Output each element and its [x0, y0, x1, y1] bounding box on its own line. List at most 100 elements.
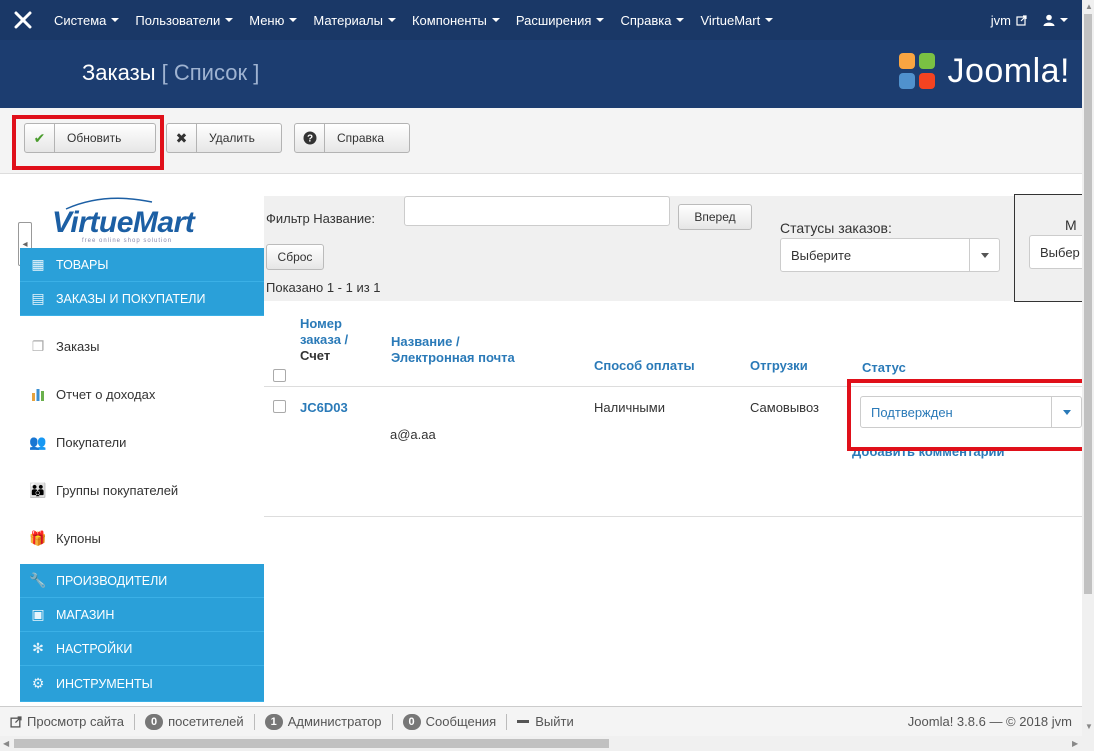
filter-bar: Фильтр Название: Вперед Сброс Показано 1…: [264, 196, 1082, 301]
sidebar-section-shop[interactable]: ▣ МАГАЗИН: [20, 598, 264, 632]
messages-badge: 0: [402, 713, 421, 730]
delete-button[interactable]: ✖ Удалить: [166, 123, 282, 153]
logout-link[interactable]: Выйти: [507, 714, 584, 730]
visitors-badge: 0: [145, 713, 164, 730]
user-menu[interactable]: [1035, 14, 1076, 26]
page-header: Заказы [ Список ] Joomla!: [0, 40, 1082, 108]
orders-icon: ▤: [31, 290, 45, 306]
chevron-down-icon: [969, 239, 999, 271]
secondary-filter-panel: М Выбер: [1014, 194, 1094, 302]
scroll-down-icon[interactable]: ▼: [1085, 722, 1093, 731]
sidebar-section-products[interactable]: ▦ ТОВАРЫ: [20, 248, 264, 282]
svg-text:?: ?: [306, 134, 312, 145]
groups-icon: 👪: [29, 481, 47, 498]
horizontal-scrollbar[interactable]: ◀ ▶: [0, 736, 1094, 751]
row-checkbox[interactable]: [273, 400, 286, 413]
topnav-right: jvm: [983, 13, 1082, 28]
select-all-checkbox[interactable]: [273, 369, 286, 382]
virtuemart-logo: VirtueMart free online shop solution: [52, 192, 202, 244]
caret-down-icon: [491, 18, 500, 22]
page-title: Заказы [ Список ]: [82, 60, 260, 85]
sidebar-section-orders[interactable]: ▤ ЗАКАЗЫ И ПОКУПАТЕЛИ: [20, 282, 264, 316]
tools-icon: ⚙: [31, 675, 45, 691]
messages-link[interactable]: 0 Сообщения: [393, 713, 508, 730]
caret-down-icon: [387, 18, 396, 22]
main-menu: Система Пользователи Меню Материалы Комп…: [46, 13, 781, 28]
sidebar-item-orders[interactable]: ❐ Заказы: [20, 322, 264, 370]
question-icon: ?: [295, 124, 325, 152]
caret-down-icon: [765, 18, 774, 22]
joomla-icon[interactable]: [0, 11, 46, 29]
highlight-status-select: [847, 379, 1093, 451]
visitors-link[interactable]: 0 посетителей: [135, 713, 255, 730]
sidebar-section-manufacturers[interactable]: 🔧 ПРОИЗВОДИТЕЛИ: [20, 564, 264, 598]
sidebar-item-revenue-report[interactable]: Отчет о доходах: [20, 370, 264, 418]
caret-down-icon: [596, 18, 605, 22]
caret-down-icon: [289, 18, 298, 22]
payment-method: Наличными: [594, 400, 665, 415]
user-icon: [1043, 14, 1055, 26]
gift-icon: 🎁: [29, 529, 47, 546]
horizontal-scroll-thumb[interactable]: [14, 739, 609, 748]
row-divider: [264, 516, 1082, 517]
column-header-status[interactable]: Статус: [862, 360, 906, 376]
external-link-icon: [1016, 14, 1027, 26]
joomla-logo: Joomla!: [899, 52, 1070, 91]
customer-email: a@a.aa: [390, 427, 436, 442]
filter-name-input[interactable]: [404, 196, 670, 226]
admins-link[interactable]: 1 Администратор: [255, 713, 393, 730]
sidebar-item-coupons[interactable]: 🎁 Купоны: [20, 514, 264, 562]
admins-badge: 1: [264, 713, 283, 730]
sidebar-item-customers[interactable]: 👥 Покупатели: [20, 418, 264, 466]
caret-down-icon: [1060, 18, 1068, 22]
bar-chart-icon: [20, 387, 56, 401]
menu-virtuemart[interactable]: VirtueMart: [692, 13, 781, 28]
menu-components[interactable]: Компоненты: [404, 13, 508, 28]
version-info: Joomla! 3.8.6 — © 2018 jvm: [907, 714, 1072, 729]
scroll-left-icon[interactable]: ◀: [3, 739, 9, 748]
column-header-payment[interactable]: Способ оплаты: [594, 358, 695, 374]
menu-help[interactable]: Справка: [612, 13, 692, 28]
menu-extensions[interactable]: Расширения: [508, 13, 613, 28]
vertical-scrollbar[interactable]: ▲ ▼: [1082, 0, 1094, 736]
customers-icon: 👥: [29, 433, 47, 450]
caret-down-icon: [225, 18, 234, 22]
column-header-shipping[interactable]: Отгрузки: [750, 358, 808, 374]
column-header-order-number[interactable]: Номер заказа / Счет: [300, 316, 370, 364]
help-button[interactable]: ? Справка: [294, 123, 410, 153]
scroll-right-icon[interactable]: ▶: [1072, 739, 1078, 748]
sidebar: VirtueMart free online shop solution ◂ ▦…: [0, 174, 264, 702]
status-footer: Просмотр сайта 0 посетителей 1 Администр…: [0, 706, 1082, 736]
wrench-icon: 🔧: [29, 572, 47, 588]
view-site-link[interactable]: Просмотр сайта: [0, 713, 136, 730]
settings-icon: ✻: [32, 640, 44, 656]
close-icon: ✖: [167, 124, 197, 152]
products-icon: ▦: [31, 256, 45, 272]
site-link[interactable]: jvm: [983, 13, 1035, 28]
go-button[interactable]: Вперед: [678, 204, 752, 230]
reset-button[interactable]: Сброс: [266, 244, 324, 270]
minus-icon: [517, 720, 530, 723]
page-subtitle: [ Список ]: [161, 60, 260, 85]
sidebar-section-tools[interactable]: ⚙ ИНСТРУМЕНТЫ: [20, 666, 264, 702]
results-count: Показано 1 - 1 из 1: [266, 280, 381, 295]
highlight-update-button: [12, 115, 164, 170]
sidebar-item-customer-groups[interactable]: 👪 Группы покупателей: [20, 466, 264, 514]
caret-down-icon: [676, 18, 685, 22]
scroll-up-icon[interactable]: ▲: [1085, 2, 1093, 11]
column-header-name[interactable]: Название / Электронная почта: [391, 334, 515, 366]
shipping-method: Самовывоз: [750, 400, 819, 415]
menu-menus[interactable]: Меню: [241, 13, 305, 28]
status-filter-select[interactable]: Выберите: [780, 238, 1000, 272]
sidebar-section-settings[interactable]: ✻ НАСТРОЙКИ: [20, 632, 264, 666]
status-filter-label: Статусы заказов:: [780, 220, 892, 236]
documents-icon: ❐: [31, 337, 45, 354]
menu-users[interactable]: Пользователи: [127, 13, 241, 28]
menu-system[interactable]: Система: [46, 13, 127, 28]
joomla-logo-icon: [899, 52, 941, 91]
vertical-scroll-thumb[interactable]: [1084, 14, 1092, 594]
menu-content[interactable]: Материалы: [305, 13, 404, 28]
caret-down-icon: [111, 18, 120, 22]
filter-name-label: Фильтр Название:: [266, 211, 375, 226]
order-number-link[interactable]: JC6D03: [300, 400, 348, 415]
